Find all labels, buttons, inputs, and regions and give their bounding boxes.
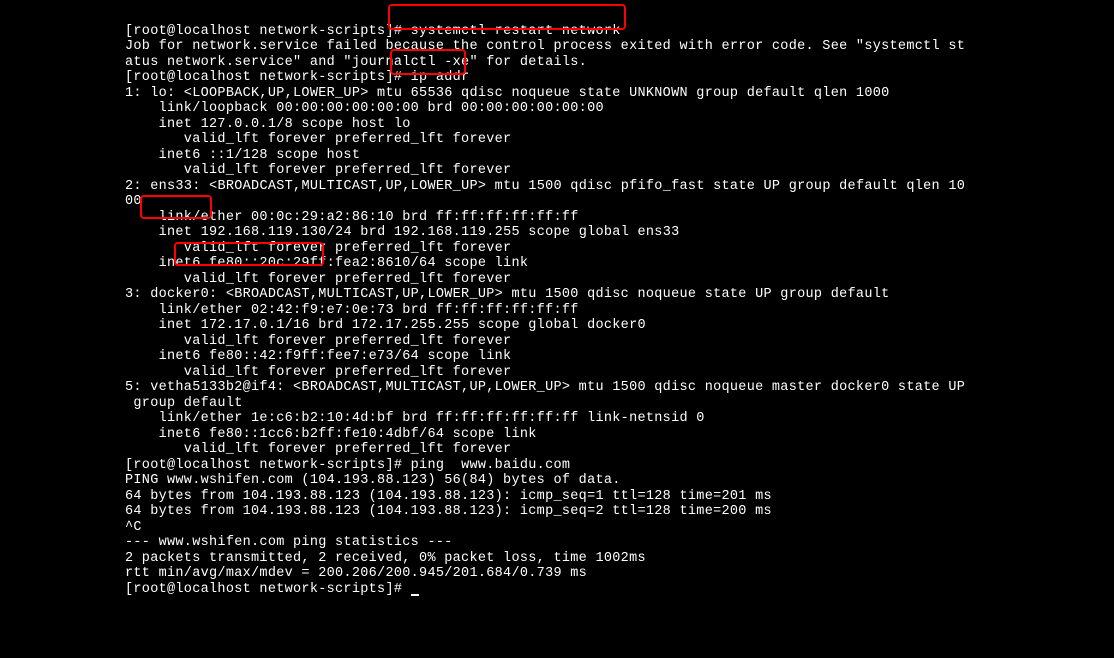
output-line: 00: [125, 194, 142, 209]
command-text: systemctl restart network: [411, 24, 621, 39]
output-line: 2 packets transmitted, 2 received, 0% pa…: [125, 551, 646, 566]
output-line: inet6 fe80::42:f9ff:fee7:e73/64 scope li…: [125, 349, 520, 364]
output-line: 64 bytes from 104.193.88.123 (104.193.88…: [125, 504, 772, 519]
command-text: ping www.baidu.com: [411, 458, 571, 473]
output-line: 1: lo: <LOOPBACK,UP,LOWER_UP> mtu 65536 …: [125, 86, 890, 101]
output-line: 64 bytes from 104.193.88.123 (104.193.88…: [125, 489, 772, 504]
interface-name: ens33:: [150, 179, 200, 194]
output-line: valid_lft forever preferred_lft forever: [125, 241, 511, 256]
output-line: atus network.service" and "journalctl -x…: [125, 55, 587, 70]
output-line: inet 127.0.0.1/8 scope host lo: [125, 117, 411, 132]
output-line: link/ether 00:0c:29:a2:86:10 brd ff:ff:f…: [125, 210, 579, 225]
output-line: valid_lft forever preferred_lft forever: [125, 272, 511, 287]
output-line: link/ether 1e:c6:b2:10:4d:bf brd ff:ff:f…: [125, 411, 705, 426]
prompt: [root@localhost network-scripts]#: [125, 582, 411, 597]
output-line: ^C: [125, 520, 142, 535]
output-line: --- www.wshifen.com ping statistics ---: [125, 535, 453, 550]
output-line: valid_lft forever preferred_lft forever: [125, 442, 511, 457]
output-line: valid_lft forever preferred_lft forever: [125, 132, 511, 147]
output-line: 3: docker0: <BROADCAST,MULTICAST,UP,LOWE…: [125, 287, 898, 302]
cursor: [411, 594, 419, 596]
ip-address: 192.168.119.130: [201, 225, 327, 240]
output-line: valid_lft forever preferred_lft forever: [125, 334, 511, 349]
prompt: [root@localhost network-scripts]#: [125, 458, 411, 473]
command-text: ip addr: [411, 70, 470, 85]
output-line: valid_lft forever preferred_lft forever: [125, 163, 511, 178]
output-line: inet6 fe80::1cc6:b2ff:fe10:4dbf/64 scope…: [125, 427, 545, 442]
output-line: inet 192.168.119.130/24 brd 192.168.119.…: [125, 225, 680, 240]
output-line: valid_lft forever preferred_lft forever: [125, 365, 511, 380]
output-line: 5: vetha5133b2@if4: <BROADCAST,MULTICAST…: [125, 380, 965, 395]
output-line: group default: [125, 396, 251, 411]
output-line: 2: ens33: <BROADCAST,MULTICAST,UP,LOWER_…: [125, 179, 965, 194]
terminal-output[interactable]: [root@localhost network-scripts]# system…: [125, 8, 965, 597]
output-line: PING www.wshifen.com (104.193.88.123) 56…: [125, 473, 621, 488]
output-line: link/loopback 00:00:00:00:00:00 brd 00:0…: [125, 101, 604, 116]
output-line: inet 172.17.0.1/16 brd 172.17.255.255 sc…: [125, 318, 646, 333]
output-line: link/ether 02:42:f9:e7:0e:73 brd ff:ff:f…: [125, 303, 579, 318]
output-line: Job for network.service failed because t…: [125, 39, 965, 54]
prompt: [root@localhost network-scripts]#: [125, 24, 411, 39]
prompt: [root@localhost network-scripts]#: [125, 70, 411, 85]
output-line: inet6 ::1/128 scope host: [125, 148, 369, 163]
output-line: rtt min/avg/max/mdev = 200.206/200.945/2…: [125, 566, 587, 581]
output-line: inet6 fe80::20c:29ff:fea2:8610/64 scope …: [125, 256, 537, 271]
